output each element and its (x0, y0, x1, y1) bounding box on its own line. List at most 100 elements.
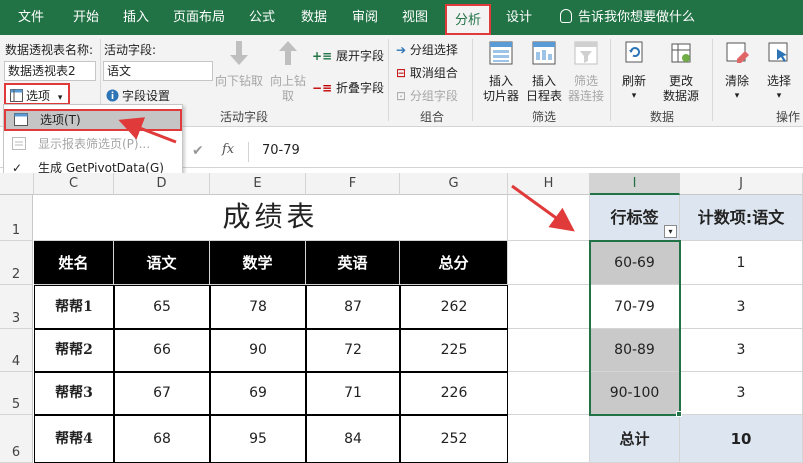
change-data-source-button[interactable]: 更改 数据源 (656, 39, 706, 104)
table-cell[interactable]: 72 (306, 329, 400, 372)
table-cell[interactable]: 帮帮2 (34, 329, 114, 372)
fx-icon[interactable]: fx (222, 142, 234, 157)
table-title[interactable]: 成绩表 (34, 195, 508, 241)
table-cell[interactable]: 帮帮1 (34, 285, 114, 329)
active-field-input[interactable]: 语文 (103, 61, 213, 81)
group-field-button[interactable]: ⊡ 分组字段 (396, 87, 458, 104)
select-button[interactable]: 选择 ▾ (760, 39, 798, 104)
column-header-g[interactable]: G (400, 173, 508, 195)
tab-home[interactable]: 开始 (62, 0, 110, 35)
drill-up-button[interactable]: 向上钻 取 (266, 39, 310, 104)
pivot-value-cell[interactable]: 3 (680, 285, 803, 329)
tab-page-layout[interactable]: 页面布局 (162, 0, 236, 35)
formula-input[interactable]: 70-79 (262, 143, 300, 158)
table-cell[interactable]: 226 (400, 372, 508, 415)
chevron-down-icon: ▾ (57, 93, 63, 103)
refresh-button[interactable]: 刷新 ▾ (614, 39, 654, 104)
empty-cell[interactable] (508, 415, 590, 463)
pivot-value-cell[interactable]: 3 (680, 329, 803, 372)
pivot-value-cell[interactable]: 3 (680, 372, 803, 415)
row-header-2[interactable]: 2 (0, 241, 33, 285)
field-settings-button[interactable]: 字段设置 (106, 87, 170, 104)
empty-cell[interactable] (508, 285, 590, 329)
column-header-d[interactable]: D (114, 173, 210, 195)
table-cell[interactable]: 67 (114, 372, 210, 415)
insert-slicer-button[interactable]: 插入 切片器 (478, 39, 524, 104)
pivot-count-header[interactable]: 计数项:语文 (680, 195, 803, 241)
select-all-corner[interactable] (0, 173, 34, 195)
table-cell[interactable]: 87 (306, 285, 400, 329)
expand-field-button[interactable]: +≡ 展开字段 (312, 47, 384, 64)
table-cell[interactable]: 71 (306, 372, 400, 415)
row-header-3[interactable]: 3 (0, 285, 33, 329)
menu-item-options[interactable]: 选项(T) (4, 109, 182, 131)
tab-analyze[interactable]: 分析 (445, 4, 491, 35)
pivot-value-cell[interactable]: 1 (680, 241, 803, 285)
pivot-row-label-cell[interactable]: 60-69 (590, 241, 680, 285)
filter-connections-button[interactable]: 筛选 器连接 (566, 39, 606, 104)
pivot-grand-total-value[interactable]: 10 (680, 415, 803, 463)
fill-handle[interactable] (676, 411, 682, 417)
row-header-1[interactable]: 1 (0, 195, 33, 241)
checkmark-icon[interactable]: ✔ (192, 143, 204, 159)
pivot-row-label-cell[interactable]: 90-100 (590, 372, 680, 415)
header-name[interactable]: 姓名 (34, 241, 114, 285)
pivot-row-label-cell[interactable]: 80-89 (590, 329, 680, 372)
header-english[interactable]: 英语 (306, 241, 400, 285)
pivot-row-labels-header[interactable]: 行标签 ▾ (590, 195, 680, 241)
header-total[interactable]: 总分 (400, 241, 508, 285)
column-header-i[interactable]: I (590, 173, 680, 195)
drill-down-button[interactable]: 向下钻取 (214, 39, 264, 89)
table-cell[interactable]: 78 (210, 285, 306, 329)
table-cell[interactable]: 95 (210, 415, 306, 463)
pivot-name-input[interactable]: 数据透视表2 (4, 61, 96, 81)
header-chinese[interactable]: 语文 (114, 241, 210, 285)
empty-cell[interactable] (508, 195, 590, 241)
table-cell[interactable]: 65 (114, 285, 210, 329)
table-cell[interactable]: 69 (210, 372, 306, 415)
filter-dropdown-icon[interactable]: ▾ (664, 225, 677, 238)
collapse-field-button[interactable]: −≡ 折叠字段 (312, 79, 384, 96)
tab-review[interactable]: 审阅 (340, 0, 390, 35)
tab-insert[interactable]: 插入 (110, 0, 162, 35)
tab-file[interactable]: 文件 (0, 0, 62, 35)
table-cell[interactable]: 225 (400, 329, 508, 372)
column-header-h[interactable]: H (508, 173, 590, 195)
empty-cell[interactable] (508, 241, 590, 285)
table-cell[interactable]: 68 (114, 415, 210, 463)
table-cell[interactable]: 66 (114, 329, 210, 372)
row-header-4[interactable]: 4 (0, 329, 33, 372)
refresh-icon (625, 41, 643, 63)
empty-cell[interactable] (508, 372, 590, 415)
table-cell[interactable]: 252 (400, 415, 508, 463)
tab-design[interactable]: 设计 (494, 0, 544, 35)
tab-view[interactable]: 视图 (390, 0, 440, 35)
clear-button[interactable]: 清除 ▾ (718, 39, 756, 104)
table-cell[interactable]: 帮帮4 (34, 415, 114, 463)
group-label-group: 组合 (420, 110, 445, 124)
tab-data[interactable]: 数据 (288, 0, 340, 35)
pivot-options-icon (14, 113, 28, 126)
menu-item-show-report-filter-pages[interactable]: 显示报表筛选页(P)... (4, 133, 182, 155)
tab-formulas[interactable]: 公式 (236, 0, 288, 35)
column-header-f[interactable]: F (306, 173, 400, 195)
table-cell[interactable]: 90 (210, 329, 306, 372)
ungroup-button[interactable]: ⊟ 取消组合 (396, 64, 458, 81)
table-cell[interactable]: 帮帮3 (34, 372, 114, 415)
column-header-c[interactable]: C (34, 173, 114, 195)
pivot-row-label-cell[interactable]: 70-79 (590, 285, 680, 329)
table-cell[interactable]: 84 (306, 415, 400, 463)
empty-cell[interactable] (508, 329, 590, 372)
tell-me-search[interactable]: 告诉我你想要做什么 (560, 0, 695, 35)
row-header-5[interactable]: 5 (0, 372, 33, 415)
pivot-grand-total-label[interactable]: 总计 (590, 415, 680, 463)
insert-timeline-button[interactable]: 插入 日程表 (524, 39, 564, 104)
row-header-6[interactable]: 6 (0, 415, 33, 463)
ribbon-tab-bar: 文件 开始 插入 页面布局 公式 数据 审阅 视图 分析 设计 告诉我你想要做什… (0, 0, 803, 35)
group-selection-button[interactable]: ➔ 分组选择 (396, 41, 458, 58)
column-header-e[interactable]: E (210, 173, 306, 195)
header-math[interactable]: 数学 (210, 241, 306, 285)
options-button[interactable]: 选项 ▾ (4, 83, 70, 105)
column-header-j[interactable]: J (680, 173, 803, 195)
table-cell[interactable]: 262 (400, 285, 508, 329)
